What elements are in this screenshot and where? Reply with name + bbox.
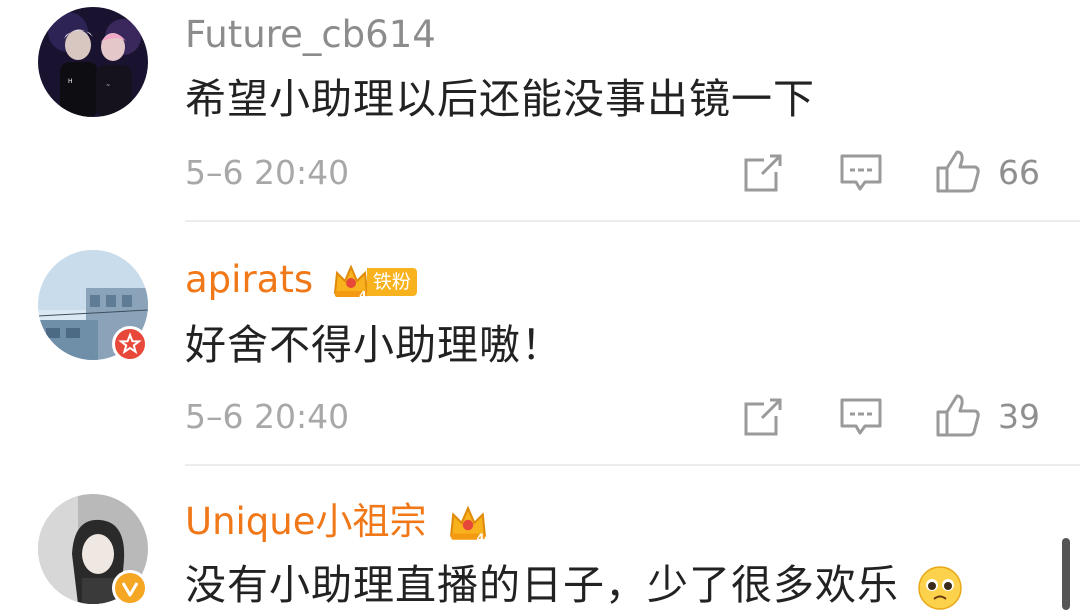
username-text: Unique小祖宗	[185, 500, 427, 543]
verified-badge-icon	[112, 326, 148, 362]
divider	[185, 464, 1080, 466]
divider	[185, 220, 1080, 222]
comment-text: 没有小助理直播的日子，少了很多欢乐	[185, 560, 963, 611]
svg-text:4: 4	[359, 289, 367, 301]
username[interactable]: apirats 4 铁粉	[185, 258, 417, 302]
comment-text-body: 没有小助理直播的日子，少了很多欢乐	[185, 561, 899, 609]
avatar[interactable]: H ~	[38, 7, 148, 117]
fan-level-label: 铁粉	[366, 267, 417, 296]
like-count: 39	[998, 397, 1040, 436]
comment-text: 好舍不得小助理嗷！	[185, 321, 563, 369]
share-forward-icon[interactable]	[742, 152, 784, 194]
svg-text:H: H	[68, 78, 73, 85]
svg-text:4: 4	[477, 530, 485, 543]
thumbs-up-icon[interactable]	[935, 392, 981, 438]
share-forward-icon[interactable]	[742, 396, 784, 438]
svg-text:~: ~	[106, 83, 110, 89]
thumbs-up-icon[interactable]	[935, 148, 981, 194]
fan-badge: 4 铁粉	[331, 263, 417, 301]
crown-vip-icon: 4	[333, 263, 368, 301]
username[interactable]: Future_cb614	[185, 13, 436, 57]
comment-text: 希望小助理以后还能没事出镜一下	[185, 75, 815, 123]
pleading-face-emoji	[918, 566, 962, 610]
timestamp: 5–6 20:40	[185, 397, 350, 436]
username[interactable]: Unique小祖宗 4	[185, 500, 490, 544]
timestamp: 5–6 20:40	[185, 153, 350, 192]
scrollbar[interactable]	[1062, 538, 1070, 610]
like-count: 66	[998, 153, 1040, 192]
username-text: apirats	[185, 258, 314, 301]
comment-bubble-icon[interactable]	[839, 152, 883, 194]
comment-bubble-icon[interactable]	[839, 396, 883, 438]
crown-vip-icon: 4	[450, 505, 487, 544]
verified-badge-icon	[112, 570, 148, 606]
